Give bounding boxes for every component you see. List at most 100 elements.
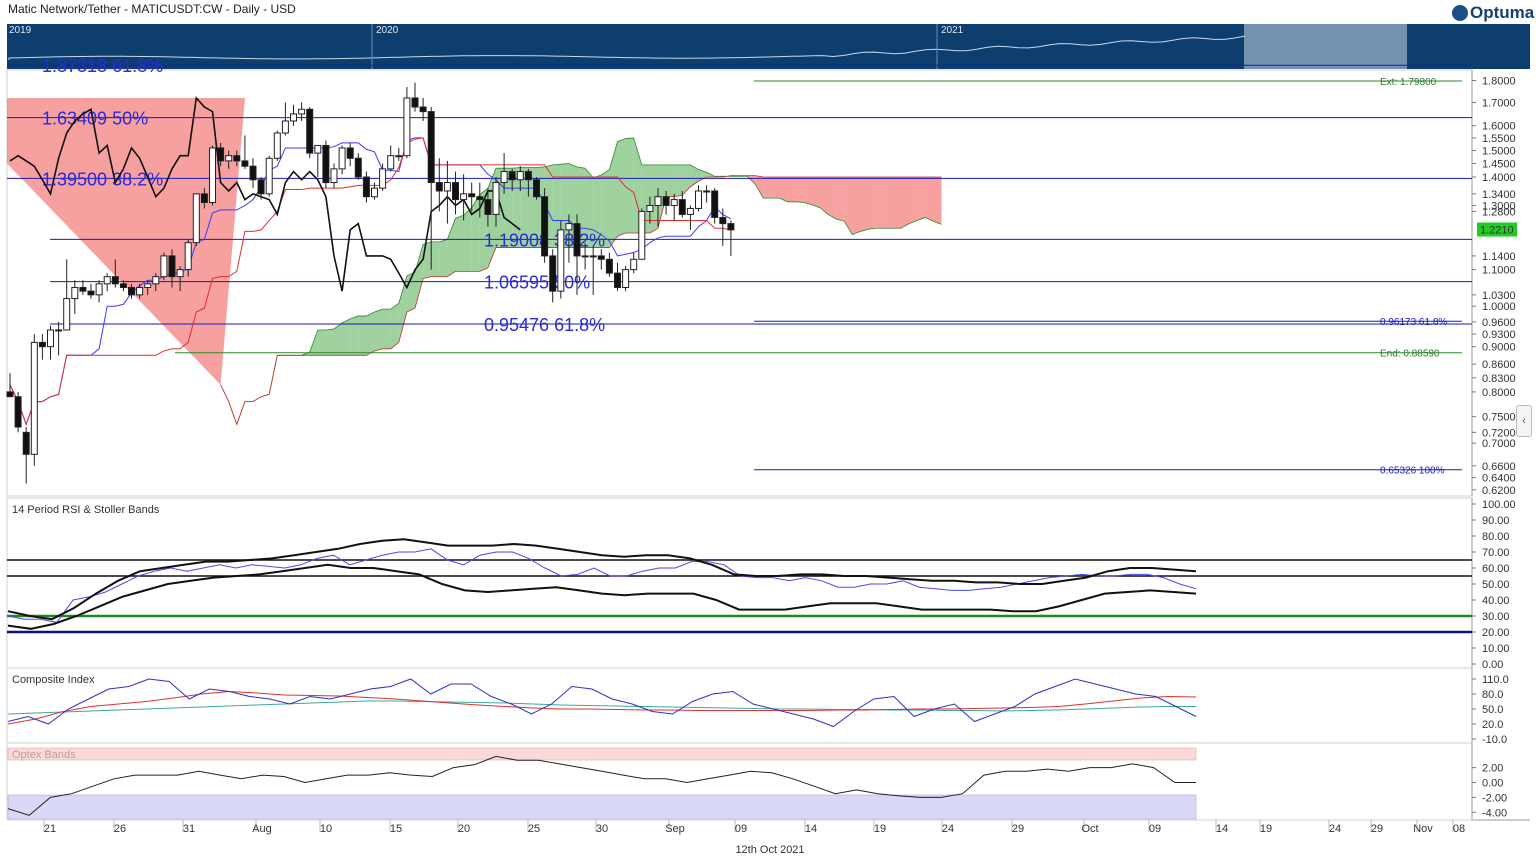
cloud-bearish-segment xyxy=(811,177,820,208)
candle-bearish xyxy=(435,182,443,192)
cloud-bearish-segment xyxy=(828,177,837,219)
candle-bearish xyxy=(533,179,540,198)
cloud-bearish-segment xyxy=(917,177,926,221)
x-tick-label: 19 xyxy=(874,823,886,835)
cloud-bullish-segment xyxy=(439,239,448,277)
rsi-tick-label: 60.00 xyxy=(1482,563,1510,575)
candle-bullish xyxy=(103,276,111,285)
price-tick-label: 0.6600 xyxy=(1482,461,1516,473)
fib-extension-label: 0.96173 61.8% xyxy=(1380,317,1447,328)
price-tick-label: 1.1000 xyxy=(1482,265,1516,277)
cloud-bullish-segment xyxy=(431,241,440,277)
candle-bullish xyxy=(298,108,306,115)
candle-bullish xyxy=(273,132,281,159)
candle-bearish xyxy=(306,108,314,154)
composite-title: Composite Index xyxy=(12,674,95,686)
candle-bullish xyxy=(47,329,54,348)
cloud-bearish-segment xyxy=(884,177,893,229)
candle-bullish xyxy=(638,210,646,260)
candle-bullish xyxy=(63,298,71,331)
candle-bearish xyxy=(573,223,581,257)
candle-bearish xyxy=(468,193,476,198)
x-tick-label: Aug xyxy=(252,823,272,835)
candle-bullish xyxy=(695,190,702,209)
cloud-bearish-segment xyxy=(909,177,918,224)
x-tick-label: 10 xyxy=(320,823,332,835)
optex-tick-label: 2.00 xyxy=(1482,763,1503,775)
candle-bearish xyxy=(711,190,719,218)
cloud-bearish-segment xyxy=(933,177,942,225)
cloud-bearish-segment xyxy=(803,177,812,205)
candle-bearish xyxy=(119,283,127,288)
cloud-bullish-segment xyxy=(674,164,683,197)
candle-bullish xyxy=(670,199,678,206)
cloud-bullish-segment xyxy=(625,137,634,234)
candle-bullish xyxy=(630,258,638,271)
x-tick-label: 08 xyxy=(1453,823,1465,835)
ext-label: Ext: 1.79800 xyxy=(1380,77,1437,88)
x-tick-label: 14 xyxy=(805,823,817,835)
x-tick-label: 24 xyxy=(942,823,954,835)
price-tick-label: 1.5000 xyxy=(1482,146,1516,158)
cloud-bearish-segment xyxy=(868,177,877,230)
composite-tick-label: -10.0 xyxy=(1482,734,1507,746)
rsi-panel xyxy=(6,497,1473,669)
price-tick-label: 0.9000 xyxy=(1482,342,1516,354)
candle-bearish xyxy=(257,179,265,195)
cloud-bullish-segment xyxy=(455,215,464,272)
candle-bullish xyxy=(144,283,152,288)
price-tick-label: 0.9600 xyxy=(1482,317,1516,329)
candle-bullish xyxy=(703,190,711,193)
current-price-label: 1.2210 xyxy=(1480,225,1514,237)
candle-bearish xyxy=(233,155,241,162)
candle-bullish xyxy=(443,182,451,192)
x-tick-label: 21 xyxy=(44,823,56,835)
candle-bullish xyxy=(395,155,403,158)
fib-label-1: 1.63409 50% xyxy=(42,109,148,129)
candle-bullish xyxy=(516,171,524,181)
candle-bullish xyxy=(565,223,573,231)
x-tick-label: 09 xyxy=(1149,823,1161,835)
candle-bullish xyxy=(30,341,38,455)
x-tick-label: Oct xyxy=(1081,823,1098,835)
rsi-tick-label: 100.00 xyxy=(1482,499,1516,511)
cloud-bearish-segment xyxy=(795,177,804,203)
cloud-bearish-segment xyxy=(771,177,780,199)
composite-panel xyxy=(6,667,1473,744)
candle-bearish xyxy=(549,255,557,292)
price-tick-label: 1.0300 xyxy=(1482,290,1516,302)
rsi-tick-label: 90.00 xyxy=(1482,515,1510,527)
candle-bearish xyxy=(22,431,30,455)
candle-bullish xyxy=(209,147,216,204)
candle-bullish xyxy=(71,286,79,300)
cloud-bullish-segment xyxy=(358,315,367,356)
candle-bullish xyxy=(492,182,500,215)
candle-bearish xyxy=(727,223,735,231)
candle-bullish xyxy=(192,193,200,244)
candle-bearish xyxy=(452,182,459,201)
candle-bearish xyxy=(111,276,119,285)
price-tick-label: 0.9300 xyxy=(1482,329,1516,341)
candle-bearish xyxy=(168,255,176,278)
candle-bullish xyxy=(330,168,338,184)
candle-bullish xyxy=(403,97,411,157)
candle-bearish xyxy=(249,165,257,181)
rsi-tick-label: 10.00 xyxy=(1482,643,1510,655)
x-tick-label: 14 xyxy=(1216,823,1228,835)
x-tick-label: 25 xyxy=(528,823,540,835)
cloud-bearish-segment xyxy=(763,177,772,199)
price-tick-label: 1.6000 xyxy=(1482,121,1516,133)
candle-bullish xyxy=(184,242,192,271)
x-tick-label: 29 xyxy=(1371,823,1383,835)
candle-bullish xyxy=(225,155,233,162)
price-tick-label: 0.6200 xyxy=(1482,485,1516,497)
cloud-bullish-segment xyxy=(390,303,399,349)
chart-canvas[interactable]: 1.8000 1.7000 1.60001.55001.50001.45001.40… xyxy=(0,0,1536,868)
candle-bullish xyxy=(557,229,565,292)
collapse-panel-button[interactable]: ‹ xyxy=(1516,405,1532,437)
cloud-bullish-segment xyxy=(317,329,326,356)
x-tick-label: Nov xyxy=(1413,823,1433,835)
candle-bearish xyxy=(79,286,87,292)
rsi-tick-label: 80.00 xyxy=(1482,531,1510,543)
candle-bullish xyxy=(95,283,103,296)
